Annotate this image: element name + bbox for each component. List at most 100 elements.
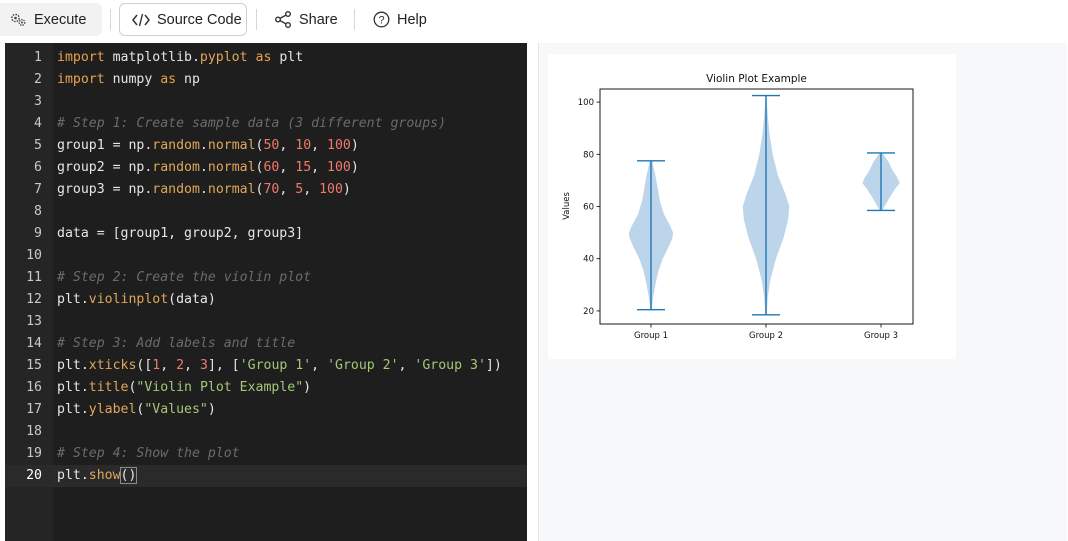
number-token: 100: [319, 182, 343, 197]
number-token: 100: [327, 160, 351, 175]
code-line[interactable]: 17 plt.ylabel("Values"): [5, 399, 527, 421]
source-code-label: Source Code: [157, 11, 242, 28]
code-token: (data): [168, 292, 216, 307]
code-token: ], [: [207, 358, 240, 373]
source-code-button[interactable]: Source Code: [119, 3, 247, 36]
code-text: # Step 1: Create sample data (3 differen…: [57, 113, 446, 135]
comment-token: # Step 1: Create sample data (3 differen…: [57, 116, 447, 131]
code-line[interactable]: 3: [5, 91, 527, 113]
function-token: title: [88, 380, 129, 395]
code-line[interactable]: 20 plt.show(): [5, 465, 527, 487]
y-tick-label: 60: [583, 203, 594, 213]
y-axis-label: Values: [562, 192, 572, 220]
y-tick-label: 100: [578, 98, 594, 108]
x-tick-label: Group 1: [634, 331, 668, 341]
toolbar-divider: [354, 9, 355, 30]
function-token: random: [152, 138, 200, 153]
code-token: data = [group1, group2, group3]: [57, 226, 304, 241]
code-line[interactable]: 5 group1 = np.random.normal(50, 10, 100): [5, 135, 527, 157]
number-token: 10: [295, 138, 312, 153]
code-token: .: [199, 182, 208, 197]
number-token: 70: [263, 182, 280, 197]
number-token: 15: [295, 160, 312, 175]
line-number: 15: [26, 358, 42, 373]
execute-button[interactable]: Execute: [0, 3, 102, 36]
code-line[interactable]: 1 import matplotlib.pyplot as plt: [5, 47, 527, 69]
help-circle-icon: ?: [373, 11, 390, 28]
code-text: # Step 3: Add labels and title: [57, 333, 295, 355]
number-token: 100: [327, 138, 351, 153]
code-token: ,: [311, 358, 328, 373]
keyword-token: as: [255, 50, 272, 65]
help-label: Help: [397, 11, 427, 28]
line-number: 12: [26, 292, 42, 307]
code-line[interactable]: 9 data = [group1, group2, group3]: [5, 223, 527, 245]
output-panel: 20 40 60 80 100 Group 1 Group 2 Group 3 Violin…: [538, 43, 1067, 541]
number-token: 50: [263, 138, 280, 153]
code-text: plt.xticks([1, 2, 3], ['Group 1', 'Group…: [57, 355, 502, 377]
function-token: normal: [207, 160, 256, 175]
code-line[interactable]: 13: [5, 311, 527, 333]
code-line[interactable]: 11 # Step 2: Create the violin plot: [5, 267, 527, 289]
comment-token: # Step 4: Show the plot: [57, 446, 240, 461]
keyword-token: as: [160, 72, 177, 87]
help-button[interactable]: ? Help: [371, 3, 437, 36]
code-line[interactable]: 19 # Step 4: Show the plot: [5, 443, 527, 465]
number-token: 2: [176, 358, 185, 373]
line-number: 3: [34, 94, 42, 109]
code-line[interactable]: 4 # Step 1: Create sample data (3 differe…: [5, 113, 527, 135]
execute-label: Execute: [34, 11, 87, 28]
function-token: violinplot: [88, 292, 169, 307]
line-number: 17: [26, 402, 42, 417]
x-tick-label: Group 2: [749, 331, 783, 341]
line-number: 18: [26, 424, 42, 439]
function-token: pyplot: [199, 50, 248, 65]
y-tick-label: 40: [583, 255, 594, 265]
code-token: matplotlib.: [104, 50, 200, 65]
line-number: 8: [34, 204, 42, 219]
code-token: plt.: [57, 468, 89, 483]
code-text: plt.title("Violin Plot Example"): [57, 377, 311, 399]
code-line[interactable]: 10: [5, 245, 527, 267]
toolbar-divider: [110, 9, 111, 30]
code-token: ,: [279, 138, 296, 153]
violin-chart: 20 40 60 80 100 Group 1 Group 2 Group 3 Violin…: [562, 73, 914, 341]
code-token: ,: [160, 358, 177, 373]
code-token: plt.: [57, 380, 89, 395]
code-token: ]): [485, 358, 502, 373]
code-line[interactable]: 15 plt.xticks([1, 2, 3], ['Group 1', 'Gro…: [5, 355, 527, 377]
code-token: ,: [311, 138, 328, 153]
line-number: 16: [26, 380, 42, 395]
code-token: plt: [271, 50, 304, 65]
string-token: "Violin Plot Example": [136, 380, 304, 395]
function-token: show: [88, 468, 121, 483]
function-token: normal: [207, 182, 256, 197]
function-token: random: [152, 182, 200, 197]
keyword-token: import: [57, 50, 105, 65]
line-number: 9: [34, 226, 42, 241]
function-token: normal: [207, 138, 256, 153]
code-line[interactable]: 14 # Step 3: Add labels and title: [5, 333, 527, 355]
code-line[interactable]: 18: [5, 421, 527, 443]
share-button[interactable]: Share: [272, 3, 344, 36]
code-line[interactable]: 7 group3 = np.random.normal(70, 5, 100): [5, 179, 527, 201]
share-label: Share: [299, 11, 338, 28]
code-icon: [132, 13, 150, 26]
svg-text:?: ?: [378, 15, 384, 27]
code-line[interactable]: 8: [5, 201, 527, 223]
code-token: ): [207, 402, 216, 417]
code-line[interactable]: 2 import numpy as np: [5, 69, 527, 91]
code-token: ): [350, 160, 359, 175]
code-token: ,: [311, 160, 328, 175]
code-line[interactable]: 6 group2 = np.random.normal(60, 15, 100): [5, 157, 527, 179]
code-token: np: [176, 72, 200, 87]
code-token: plt.: [57, 358, 89, 373]
code-line[interactable]: 12 plt.violinplot(data): [5, 289, 527, 311]
code-editor[interactable]: 1 import matplotlib.pyplot as plt 2 import …: [5, 43, 527, 541]
code-line[interactable]: 16 plt.title("Violin Plot Example"): [5, 377, 527, 399]
function-token: ylabel: [88, 402, 137, 417]
line-number: 14: [26, 336, 42, 351]
code-token: group3 = np.: [57, 182, 153, 197]
number-token: 3: [199, 358, 208, 373]
